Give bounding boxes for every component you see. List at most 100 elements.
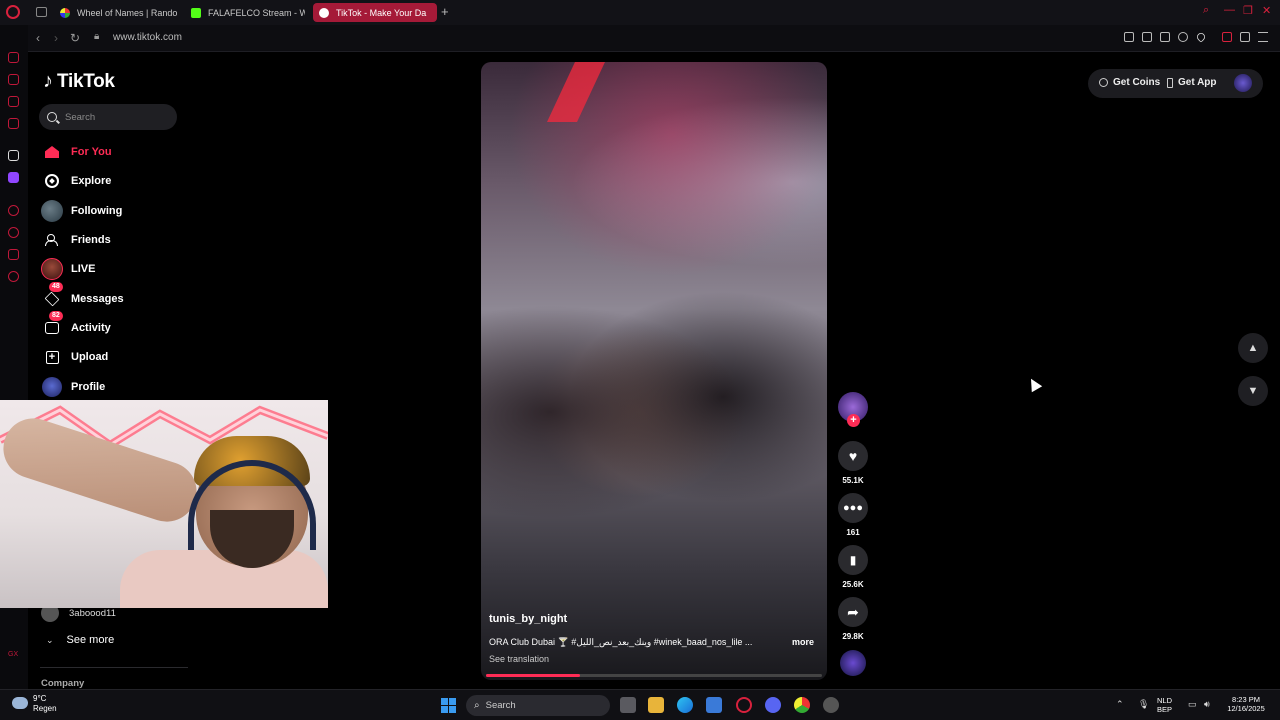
- tab-tiktok[interactable]: TikTok - Make Your Da: [313, 3, 437, 22]
- sidebar-crypto-icon[interactable]: [8, 74, 19, 85]
- settings-icon[interactable]: [823, 697, 839, 713]
- taskbar-search-input[interactable]: [485, 700, 586, 711]
- workspaces-icon[interactable]: [36, 7, 47, 17]
- search-tabs-icon[interactable]: ⌕: [1203, 4, 1209, 17]
- sidebar-aria-icon[interactable]: [8, 52, 19, 63]
- following-avatar-icon: [41, 200, 63, 222]
- tab-wheel-of-names[interactable]: Wheel of Names | Rando: [54, 3, 178, 22]
- start-button-icon[interactable]: [441, 698, 456, 713]
- get-coins-button[interactable]: Get Coins: [1099, 77, 1160, 88]
- opera-logo-icon[interactable]: [6, 5, 20, 19]
- nav-upload[interactable]: + Upload: [41, 345, 108, 369]
- taskbar-search-box[interactable]: ⌕: [466, 695, 610, 716]
- video-author[interactable]: tunis_by_night: [489, 613, 567, 625]
- file-explorer-icon[interactable]: [648, 697, 664, 713]
- bookmark-icon: ▮: [849, 553, 857, 567]
- sidebar-twitch-icon[interactable]: [8, 172, 19, 183]
- crowd-silhouettes: [481, 262, 827, 562]
- tiktok-logo[interactable]: ♪ TikTok: [43, 70, 115, 93]
- tray-overflow-icon[interactable]: ⌃: [1116, 699, 1124, 710]
- forward-icon[interactable]: ›: [54, 31, 58, 45]
- company-link[interactable]: Company: [41, 678, 84, 689]
- activity-badge: 82: [49, 311, 63, 321]
- pin-icon[interactable]: [1124, 32, 1134, 42]
- get-app-button[interactable]: Get App: [1167, 77, 1217, 88]
- close-window-icon[interactable]: ✕: [1262, 4, 1271, 17]
- url-field[interactable]: www.tiktok.com: [113, 32, 182, 43]
- opera-gx-taskbar-icon[interactable]: [736, 697, 752, 713]
- sidebar-messenger-icon[interactable]: [8, 96, 19, 107]
- sidebar-settings-icon[interactable]: [8, 271, 19, 282]
- clock-date: 12/16/2025: [1227, 704, 1265, 713]
- next-video-button[interactable]: ▼: [1238, 376, 1268, 406]
- chrome-icon[interactable]: [794, 697, 810, 713]
- store-icon[interactable]: [706, 697, 722, 713]
- weather-icon[interactable]: [12, 697, 28, 709]
- sidebar-pinboard-icon[interactable]: [8, 249, 19, 260]
- address-bar: ‹ › ↻ 🔒︎ www.tiktok.com: [28, 25, 1280, 52]
- nav-following[interactable]: Following: [41, 199, 122, 223]
- sidebar-whatsapp-icon[interactable]: [8, 118, 19, 129]
- lock-icon: 🔒︎: [94, 31, 100, 42]
- see-translation-link[interactable]: See translation: [489, 654, 549, 664]
- tab-falafelco-stream[interactable]: FALAFELCO Stream - Wa: [185, 3, 305, 22]
- microphone-icon[interactable]: 🎙︎: [1138, 699, 1149, 710]
- share-button[interactable]: ➦: [838, 597, 868, 627]
- search-input[interactable]: [65, 111, 165, 123]
- save-button[interactable]: ▮: [838, 545, 868, 575]
- video-description: ORA Club Dubai 🍸 #وينك_بعد_نص_الليل #win…: [489, 637, 753, 647]
- vpn-icon[interactable]: [1222, 32, 1232, 42]
- back-icon[interactable]: ‹: [36, 31, 40, 45]
- video-progress-bar[interactable]: [486, 674, 822, 677]
- see-more-button[interactable]: ⌄ See more: [46, 634, 114, 646]
- snapshot-icon[interactable]: [1142, 32, 1152, 42]
- sidebar-history-icon[interactable]: [8, 227, 19, 238]
- nav-activity[interactable]: 82 Activity: [41, 311, 111, 340]
- nav-messages[interactable]: 48 Messages: [41, 282, 124, 311]
- nav-for-you[interactable]: For You: [41, 140, 112, 164]
- chevron-down-icon: ▼: [1247, 385, 1259, 397]
- edge-icon[interactable]: [677, 697, 693, 713]
- follow-plus-button[interactable]: +: [847, 414, 860, 427]
- language-indicator[interactable]: NLD BEP: [1157, 696, 1172, 714]
- discord-icon[interactable]: [765, 697, 781, 713]
- menu-icon[interactable]: [1258, 32, 1268, 42]
- mouse-cursor-icon: [1025, 375, 1043, 393]
- minimize-icon[interactable]: —: [1224, 4, 1235, 16]
- chevron-down-icon: ⌄: [46, 634, 54, 645]
- heart-icon[interactable]: [1195, 31, 1207, 43]
- sidebar-player-icon[interactable]: [8, 205, 19, 216]
- nav-live[interactable]: LIVE: [41, 257, 95, 281]
- tiktok-search-box[interactable]: [39, 104, 177, 130]
- user-avatar[interactable]: [1234, 74, 1252, 92]
- sidebar-gx-icon[interactable]: GX: [8, 651, 19, 662]
- upload-icon: +: [41, 346, 63, 368]
- download-icon[interactable]: [1240, 32, 1250, 42]
- more-button[interactable]: more: [792, 637, 814, 647]
- clock[interactable]: 8:23 PM 12/16/2025: [1224, 695, 1268, 713]
- new-tab-button[interactable]: +: [441, 5, 449, 18]
- nav-friends[interactable]: Friends: [41, 228, 111, 252]
- weather-temp: 9°C: [33, 694, 47, 703]
- task-view-icon[interactable]: [620, 697, 636, 713]
- weather-widget[interactable]: 9°C Regen: [33, 694, 57, 714]
- comment-button[interactable]: ●●●: [838, 493, 868, 523]
- sidebar-tiktok-icon[interactable]: [8, 150, 19, 161]
- nav-explore[interactable]: Explore: [41, 169, 111, 193]
- restore-icon[interactable]: ❐: [1243, 4, 1253, 17]
- network-icon[interactable]: ▭: [1188, 699, 1197, 710]
- video-player[interactable]: [481, 62, 827, 680]
- wheel-favicon-icon: [60, 7, 70, 18]
- compass-icon: [41, 170, 63, 192]
- previous-video-button[interactable]: ▲: [1238, 333, 1268, 363]
- activity-icon: 82: [41, 311, 63, 339]
- music-disc-icon[interactable]: [840, 650, 866, 676]
- like-button[interactable]: ♥: [838, 441, 868, 471]
- reload-icon[interactable]: ↻: [70, 31, 80, 45]
- nav-profile[interactable]: Profile: [41, 375, 105, 399]
- shield-icon[interactable]: [1160, 32, 1170, 42]
- save-count: 25.6K: [842, 580, 864, 589]
- player-icon[interactable]: [1178, 32, 1188, 42]
- volume-icon[interactable]: 🔊︎: [1204, 699, 1210, 710]
- search-icon: [47, 112, 57, 122]
